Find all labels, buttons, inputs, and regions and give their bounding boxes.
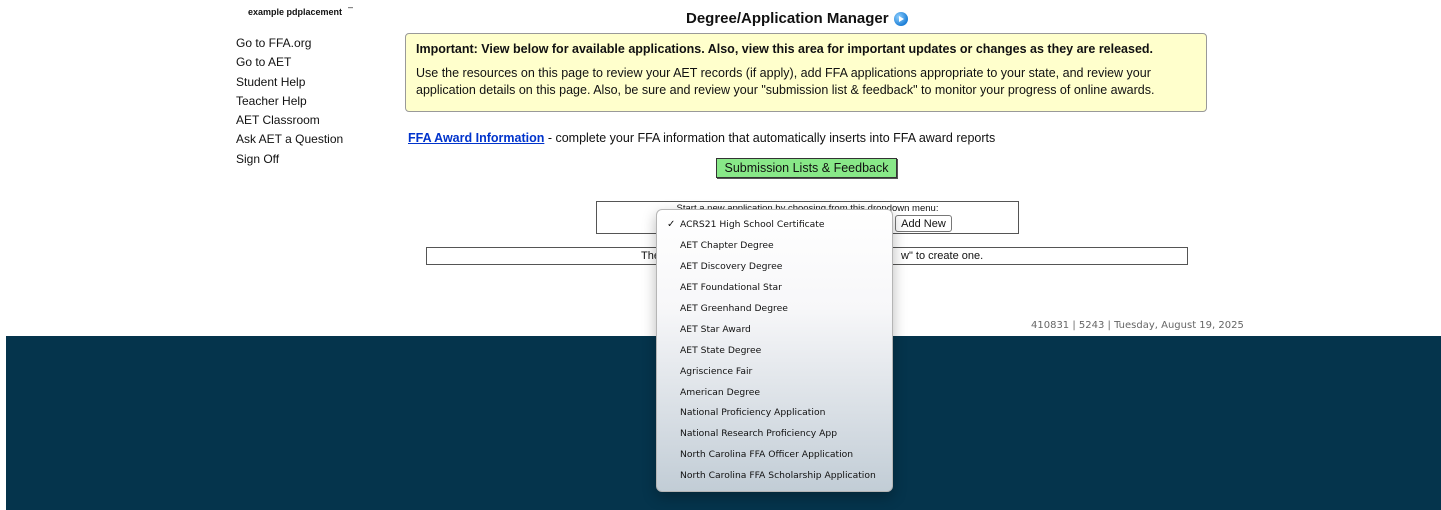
ffa-info-line: FFA Award Information - complete your FF… <box>408 131 995 145</box>
ffa-award-info-link[interactable]: FFA Award Information <box>408 131 544 145</box>
dropdown-option-aet-star-award[interactable]: AET Star Award <box>657 320 892 341</box>
user-dash: – <box>348 2 354 12</box>
page-title-text: Degree/Application Manager <box>686 10 889 27</box>
option-label: ACRS21 High School Certificate <box>680 219 825 230</box>
nav-link-ffa-org[interactable]: Go to FFA.org <box>236 34 343 53</box>
notice-body: Use the resources on this page to review… <box>416 66 1155 97</box>
user-name: example pdplacement <box>248 7 343 17</box>
nav-link-aet-classroom[interactable]: AET Classroom <box>236 111 343 130</box>
dropdown-option-national-proficiency[interactable]: National Proficiency Application <box>657 403 892 424</box>
notice-heading: Important: View below for available appl… <box>416 42 1154 56</box>
dropdown-option-agriscience-fair[interactable]: Agriscience Fair <box>657 362 892 383</box>
checkmark-icon: ✓ <box>667 219 676 230</box>
nav-link-student-help[interactable]: Student Help <box>236 73 343 92</box>
dropdown-option-nc-ffa-scholarship[interactable]: North Carolina FFA Scholarship Applicati… <box>657 466 892 487</box>
dropdown-option-american-degree[interactable]: American Degree <box>657 383 892 404</box>
play-icon[interactable] <box>893 11 908 26</box>
nav-link-sign-off[interactable]: Sign Off <box>236 150 343 169</box>
dropdown-option-aet-state-degree[interactable]: AET State Degree <box>657 341 892 362</box>
dropdown-option-aet-greenhand-degree[interactable]: AET Greenhand Degree <box>657 299 892 320</box>
dropdown-option-acrs21[interactable]: ✓ ACRS21 High School Certificate <box>657 215 892 236</box>
nav-link-ask-question[interactable]: Ask AET a Question <box>236 130 343 149</box>
notice-box: Important: View below for available appl… <box>405 33 1207 112</box>
nav-link-aet[interactable]: Go to AET <box>236 53 343 72</box>
page-title: Degree/Application Manager <box>686 10 908 27</box>
ffa-info-text: - complete your FFA information that aut… <box>544 131 996 145</box>
submission-lists-button[interactable]: Submission Lists & Feedback <box>716 158 897 178</box>
dropdown-option-national-research-proficiency[interactable]: National Research Proficiency App <box>657 424 892 445</box>
dropdown-option-nc-ffa-officer[interactable]: North Carolina FFA Officer Application <box>657 445 892 466</box>
nav-link-teacher-help[interactable]: Teacher Help <box>236 92 343 111</box>
status-text-right: w" to create one. <box>901 250 984 262</box>
dropdown-option-aet-chapter-degree[interactable]: AET Chapter Degree <box>657 236 892 257</box>
left-nav: Go to FFA.org Go to AET Student Help Tea… <box>236 34 343 169</box>
add-new-button[interactable]: Add New <box>895 215 952 232</box>
dropdown-option-aet-discovery-degree[interactable]: AET Discovery Degree <box>657 257 892 278</box>
dropdown-option-aet-foundational-star[interactable]: AET Foundational Star <box>657 278 892 299</box>
application-dropdown-menu[interactable]: ✓ ACRS21 High School Certificate AET Chap… <box>656 209 893 492</box>
footer-info: 410831 | 5243 | Tuesday, August 19, 2025 <box>1031 320 1244 331</box>
